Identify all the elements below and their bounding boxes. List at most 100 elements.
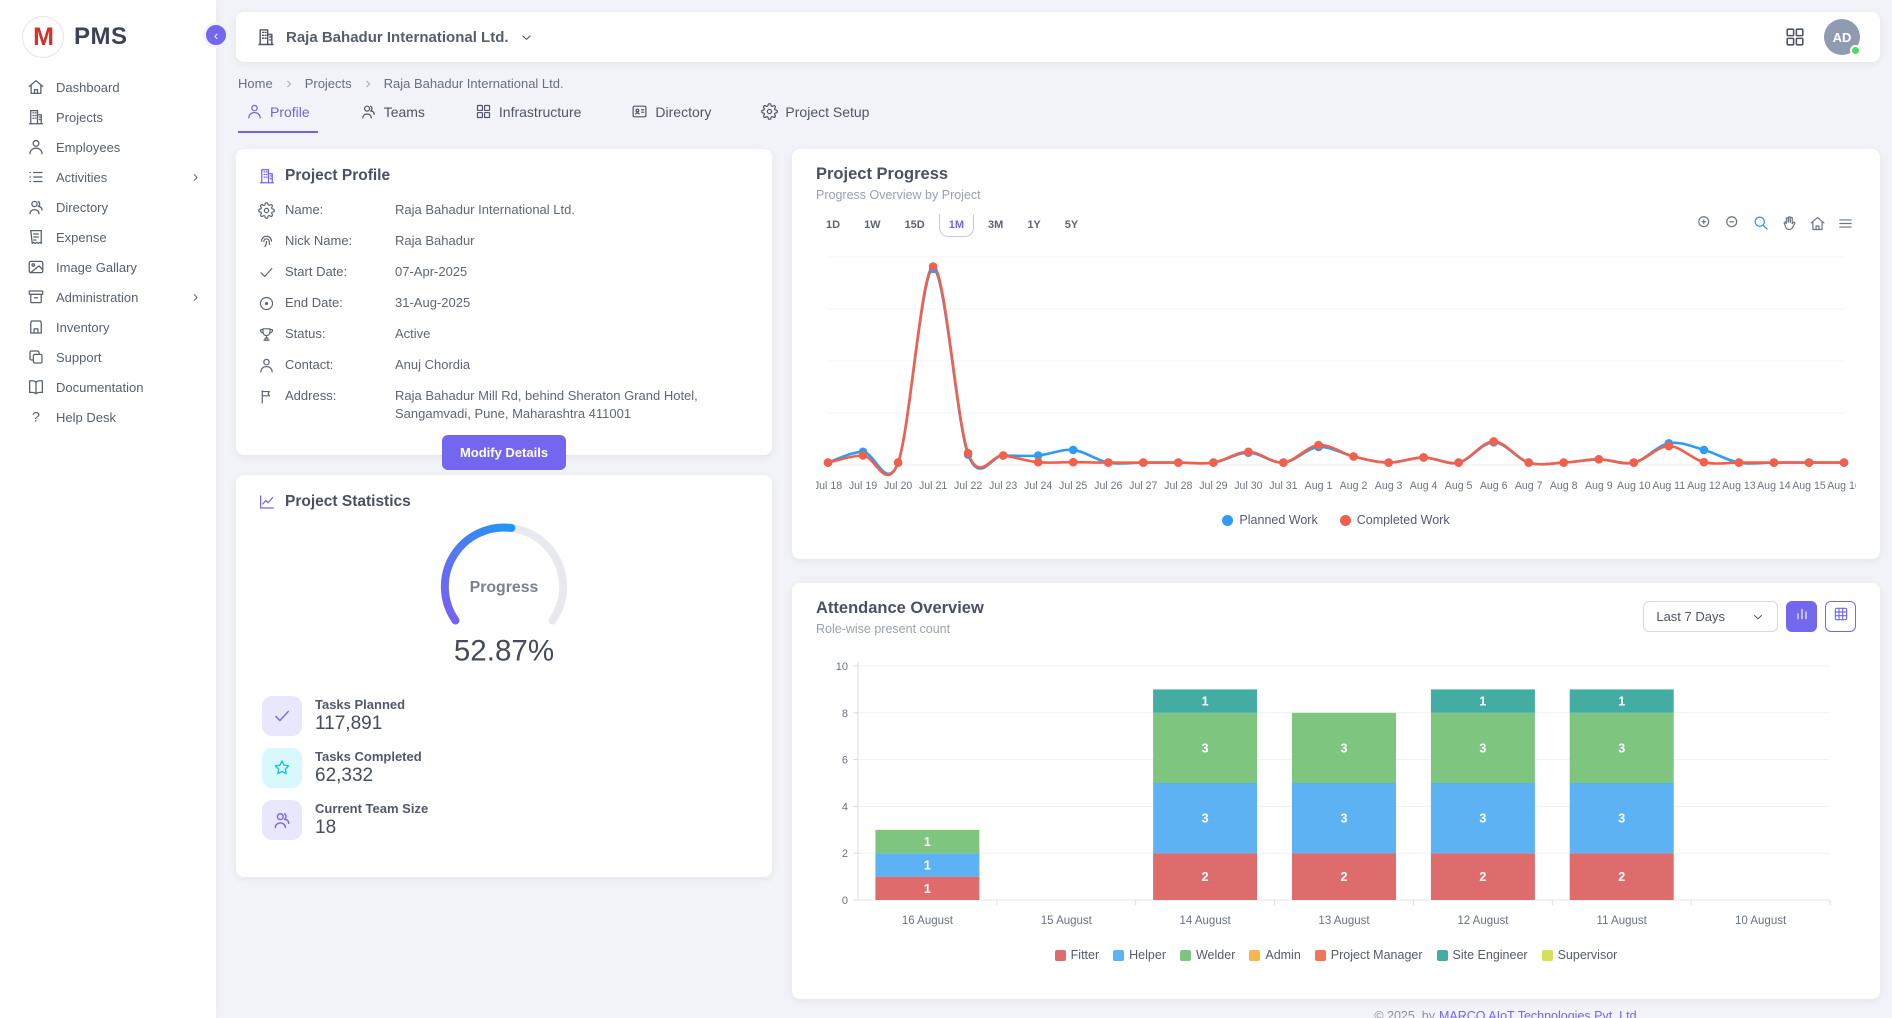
sidebar-item-documentation[interactable]: Documentation: [0, 372, 216, 402]
sidebar-item-label: Administration: [56, 290, 138, 305]
chevron-down-icon: [1751, 610, 1765, 624]
sidebar-item-projects[interactable]: Projects: [0, 102, 216, 132]
zoom-in-icon[interactable]: [1697, 215, 1714, 232]
date-range-select[interactable]: Last 7 Days: [1643, 601, 1778, 632]
svg-text:15 August: 15 August: [1041, 915, 1093, 927]
svg-text:Jul 22: Jul 22: [954, 480, 982, 492]
progress-card-title: Project Progress: [816, 165, 1856, 184]
chevron-down-icon: [519, 30, 534, 45]
range-3m-button[interactable]: 3M: [978, 214, 1013, 237]
tab-infrastructure[interactable]: Infrastructure: [467, 101, 589, 133]
profile-row: Nick Name: Raja Bahadur: [258, 232, 750, 250]
svg-text:Jul 26: Jul 26: [1094, 480, 1122, 492]
project-progress-card: Project Progress Progress Overview by Pr…: [792, 149, 1880, 559]
sidebar-item-label: Help Desk: [56, 410, 116, 425]
svg-text:6: 6: [842, 755, 848, 767]
tab-project-setup[interactable]: Project Setup: [753, 101, 877, 133]
range-1w-button[interactable]: 1W: [854, 214, 891, 237]
sidebar-item-dashboard[interactable]: Dashboard: [0, 72, 216, 102]
legend-item[interactable]: Site Engineer: [1437, 948, 1528, 962]
range-15d-button[interactable]: 15D: [895, 214, 935, 237]
svg-text:Aug 8: Aug 8: [1550, 480, 1578, 492]
tab-label: Infrastructure: [499, 104, 581, 120]
avatar[interactable]: AD: [1824, 19, 1860, 55]
sidebar-collapse-button[interactable]: ‹: [203, 22, 229, 48]
sidebar-item-administration[interactable]: Administration: [0, 282, 216, 312]
apps-grid-icon[interactable]: [1784, 26, 1806, 48]
svg-text:13 August: 13 August: [1318, 915, 1370, 927]
selection-zoom-icon[interactable]: [1753, 215, 1770, 232]
copy-icon: [27, 348, 45, 366]
profile-row: Status: Active: [258, 325, 750, 343]
zoom-out-icon[interactable]: [1725, 215, 1742, 232]
legend-item[interactable]: Planned Work: [1222, 513, 1317, 527]
svg-text:52.87%: 52.87%: [454, 635, 554, 668]
svg-text:Jul 19: Jul 19: [849, 480, 877, 492]
stat-tasks-planned: Tasks Planned 117,891: [262, 696, 750, 736]
company-switcher[interactable]: Raja Bahadur International Ltd.: [256, 27, 534, 47]
person-icon: [258, 357, 275, 374]
tab-teams[interactable]: Teams: [352, 101, 433, 133]
breadcrumb-item[interactable]: Projects: [305, 76, 352, 91]
range-5y-button[interactable]: 5Y: [1055, 214, 1088, 237]
svg-text:Aug 2: Aug 2: [1340, 480, 1368, 492]
profile-row-label: Status:: [285, 325, 385, 343]
legend-item[interactable]: Admin: [1249, 948, 1300, 962]
pan-icon[interactable]: [1781, 215, 1798, 232]
stat-label: Tasks Planned: [315, 697, 405, 712]
person-icon: [27, 138, 45, 156]
sidebar-item-directory[interactable]: Directory: [0, 192, 216, 222]
legend-item[interactable]: Project Manager: [1315, 948, 1423, 962]
profile-row-label: End Date:: [285, 294, 385, 312]
svg-text:Aug 12: Aug 12: [1687, 480, 1721, 492]
table-view-button[interactable]: [1825, 601, 1856, 632]
sidebar-item-inventory[interactable]: Inventory: [0, 312, 216, 342]
svg-text:Aug 14: Aug 14: [1757, 480, 1791, 492]
legend-swatch-icon: [1437, 950, 1448, 961]
project-progress-chart: Jul 18Jul 19Jul 20Jul 21Jul 22Jul 23Jul …: [816, 243, 1856, 511]
archive-icon: [27, 288, 45, 306]
trophy-icon: [258, 326, 275, 343]
sidebar-item-image-gallary[interactable]: Image Gallary: [0, 252, 216, 282]
legend-item[interactable]: Supervisor: [1542, 948, 1618, 962]
sidebar-item-help-desk[interactable]: ? Help Desk: [0, 402, 216, 432]
people-icon: [262, 800, 302, 840]
attendance-chart-legend: Fitter Helper Welder Admin Project Manager Si…: [816, 948, 1856, 962]
breadcrumb: Home Projects Raja Bahadur International L…: [238, 76, 1878, 91]
home-icon[interactable]: [1809, 215, 1826, 232]
check-icon: [262, 696, 302, 736]
building-icon: [27, 108, 45, 126]
legend-item[interactable]: Helper: [1113, 948, 1166, 962]
modify-details-button[interactable]: Modify Details: [442, 435, 566, 470]
legend-item[interactable]: Fitter: [1055, 948, 1099, 962]
svg-text:1: 1: [924, 835, 931, 849]
profile-row-value: 07-Apr-2025: [395, 263, 467, 281]
sidebar-item-support[interactable]: Support: [0, 342, 216, 372]
sidebar-item-expense[interactable]: Expense: [0, 222, 216, 252]
range-1m-button[interactable]: 1M: [939, 214, 974, 237]
tab-directory[interactable]: Directory: [623, 101, 719, 133]
sidebar-item-employees[interactable]: Employees: [0, 132, 216, 162]
home-icon: [27, 78, 45, 96]
footer-company-link[interactable]: MARCO AIoT Technologies Pvt. Ltd.: [1439, 1009, 1640, 1018]
svg-text:Jul 18: Jul 18: [816, 480, 842, 492]
legend-item[interactable]: Completed Work: [1340, 513, 1450, 527]
bar-chart-view-button[interactable]: [1786, 601, 1817, 632]
sidebar-item-activities[interactable]: Activities: [0, 162, 216, 192]
gear-icon: [761, 103, 778, 120]
list-icon: [27, 168, 45, 186]
breadcrumb-item[interactable]: Home: [238, 76, 273, 91]
range-1y-button[interactable]: 1Y: [1017, 214, 1050, 237]
svg-text:Jul 20: Jul 20: [884, 480, 912, 492]
legend-item[interactable]: Welder: [1180, 948, 1235, 962]
project-statistics-card: Project Statistics Progress 52.87% Tasks…: [236, 475, 772, 877]
breadcrumb-item: Raja Bahadur International Ltd.: [384, 76, 564, 91]
sidebar-item-label: Projects: [56, 110, 103, 125]
menu-icon[interactable]: [1837, 215, 1854, 232]
svg-text:Aug 16: Aug 16: [1827, 480, 1856, 492]
flag-icon: [258, 388, 275, 405]
range-1d-button[interactable]: 1D: [816, 214, 850, 237]
svg-text:16 August: 16 August: [902, 915, 954, 927]
online-status-dot: [1850, 45, 1861, 56]
tab-profile[interactable]: Profile: [238, 101, 318, 133]
